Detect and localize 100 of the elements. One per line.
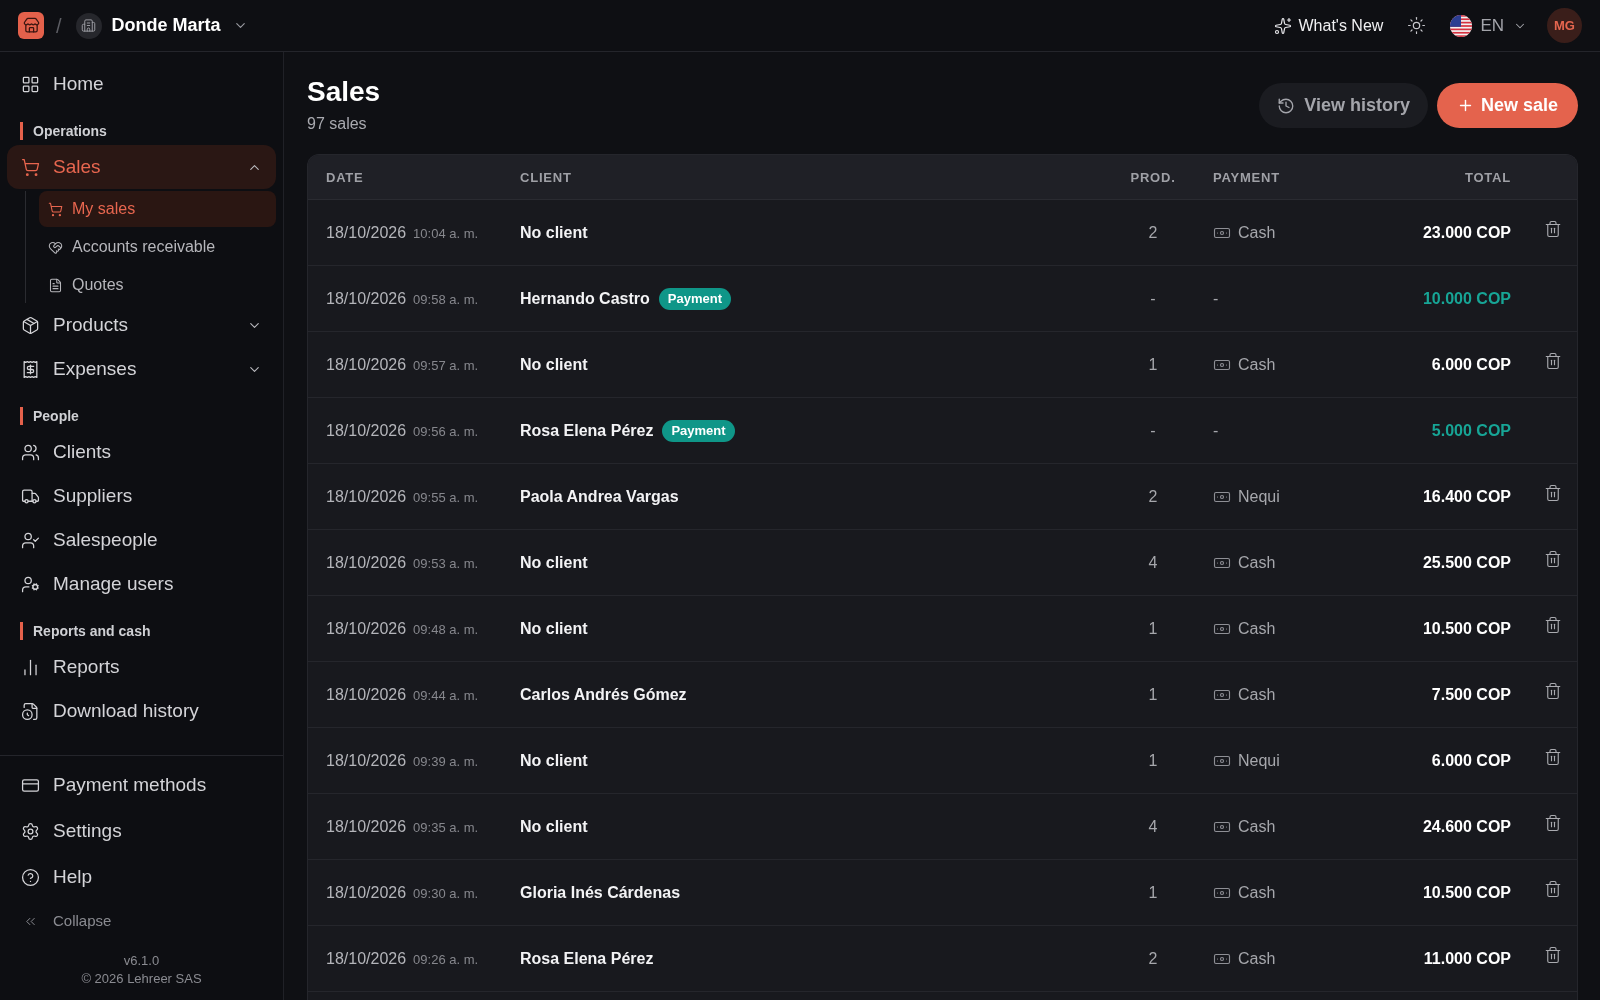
product-count: 1 (1148, 882, 1158, 903)
delete-button[interactable] (1544, 351, 1562, 370)
cart-icon (48, 201, 63, 217)
section-label: Reports and cash (20, 622, 151, 640)
nav-subitem[interactable]: My sales (39, 191, 276, 227)
time-text: 09:35 a. m. (413, 818, 479, 837)
nav-subitem[interactable]: Accounts receivable (39, 229, 276, 265)
nav-item[interactable]: Suppliers (7, 474, 276, 518)
trash-icon (1544, 549, 1562, 568)
nav-item[interactable]: Payment methods (7, 762, 276, 808)
product-count: 2 (1148, 486, 1158, 507)
delete-button[interactable] (1544, 747, 1562, 766)
total-amount: 5.000 COP (1431, 420, 1511, 441)
payment-method: Cash (1238, 618, 1276, 639)
history-icon (1277, 96, 1296, 115)
trash-icon (1544, 483, 1562, 502)
nav-item[interactable]: Settings (7, 808, 276, 854)
view-history-button[interactable]: View history (1259, 83, 1428, 128)
version-text: v6.1.0 (123, 952, 160, 970)
date-text: 18/10/2026 (326, 420, 407, 441)
date-text: 18/10/2026 (326, 750, 407, 771)
trash-icon (1544, 945, 1562, 964)
user-gear-icon (21, 574, 40, 594)
client-name: Paola Andrea Vargas (520, 486, 679, 507)
delete-button[interactable] (1544, 219, 1562, 238)
time-text: 09:30 a. m. (413, 884, 479, 903)
nav-item[interactable]: Help (7, 854, 276, 900)
client-name: No client (520, 618, 588, 639)
nav-group[interactable]: Sales (7, 145, 276, 189)
nav-item[interactable]: Reports (7, 645, 276, 689)
client-name: No client (520, 354, 588, 375)
trash-icon (1544, 747, 1562, 766)
payment-method: Cash (1238, 684, 1276, 705)
time-text: 09:48 a. m. (413, 620, 479, 639)
date-text: 18/10/2026 (326, 486, 407, 507)
total-amount: 24.600 COP (1422, 816, 1511, 837)
building-icon (75, 12, 102, 39)
language-selector[interactable]: EN (1450, 12, 1527, 39)
delete-button[interactable] (1544, 813, 1562, 832)
delete-button[interactable] (1544, 681, 1562, 700)
nav-item[interactable]: Home (7, 62, 276, 106)
nav-item[interactable]: Salespeople (7, 518, 276, 562)
time-text: 09:26 a. m. (413, 950, 479, 969)
time-text: 09:58 a. m. (413, 290, 479, 309)
column-header: PROD. (1130, 170, 1176, 185)
date-text: 18/10/2026 (326, 552, 407, 573)
client-name: Carlos Andrés Gómez (520, 684, 687, 705)
store-icon[interactable] (18, 12, 44, 39)
total-amount: 6.000 COP (1431, 354, 1511, 375)
workspace-switcher[interactable]: Donde Marta (75, 12, 248, 39)
client-name: Rosa Elena Pérez (520, 948, 654, 969)
product-count: 4 (1148, 552, 1158, 573)
theme-toggle[interactable] (1407, 16, 1427, 35)
column-header: TOTAL (1464, 170, 1511, 185)
nav-group[interactable]: Expenses (7, 347, 276, 391)
product-count: 4 (1148, 816, 1158, 837)
flag-icon (1450, 14, 1473, 37)
nav-item[interactable]: Manage users (7, 562, 276, 606)
help-icon (21, 867, 40, 887)
collapse-button[interactable]: Collapse (7, 906, 276, 936)
copyright-text: © 2026 Lehreer SAS (81, 970, 202, 988)
delete-button[interactable] (1544, 615, 1562, 634)
trash-icon (1544, 351, 1562, 370)
payment-badge: Payment (662, 419, 735, 442)
cart-icon (21, 157, 40, 177)
total-amount: 7.500 COP (1431, 684, 1511, 705)
nav-item[interactable]: Download history (7, 689, 276, 733)
time-text: 09:53 a. m. (413, 554, 479, 573)
user-avatar[interactable]: MG (1547, 8, 1582, 43)
date-text: 18/10/2026 (326, 354, 407, 375)
trash-icon (1544, 219, 1562, 238)
total-amount: 6.000 COP (1431, 750, 1511, 771)
trash-icon (1544, 615, 1562, 634)
product-count: 1 (1148, 354, 1158, 375)
client-name: No client (520, 816, 588, 837)
delete-button[interactable] (1544, 549, 1562, 568)
nav-subitem[interactable]: Quotes (39, 267, 276, 303)
delete-button[interactable] (1544, 879, 1562, 898)
product-count: 2 (1148, 948, 1158, 969)
payment-method: - (1213, 420, 1219, 441)
nav-group[interactable]: Products (7, 303, 276, 347)
section-label: People (20, 407, 79, 425)
payment-badge: Payment (658, 287, 731, 310)
whats-new-button[interactable]: What's New (1273, 13, 1384, 38)
nav-item[interactable]: Clients (7, 430, 276, 474)
time-text: 10:04 a. m. (413, 224, 479, 243)
total-amount: 10.500 COP (1422, 618, 1511, 639)
client-name: Hernando Castro (520, 288, 650, 309)
payment-method: Cash (1238, 354, 1276, 375)
delete-button[interactable] (1544, 483, 1562, 502)
total-amount: 11.000 COP (1423, 948, 1511, 969)
time-text: 09:56 a. m. (413, 422, 479, 441)
section-label: Operations (20, 122, 107, 140)
product-count: - (1150, 288, 1156, 309)
trash-icon (1544, 879, 1562, 898)
delete-button[interactable] (1544, 945, 1562, 964)
date-text: 18/10/2026 (326, 618, 407, 639)
client-name: No client (520, 552, 588, 573)
client-name: No client (520, 750, 588, 771)
payment-method: - (1213, 288, 1219, 309)
